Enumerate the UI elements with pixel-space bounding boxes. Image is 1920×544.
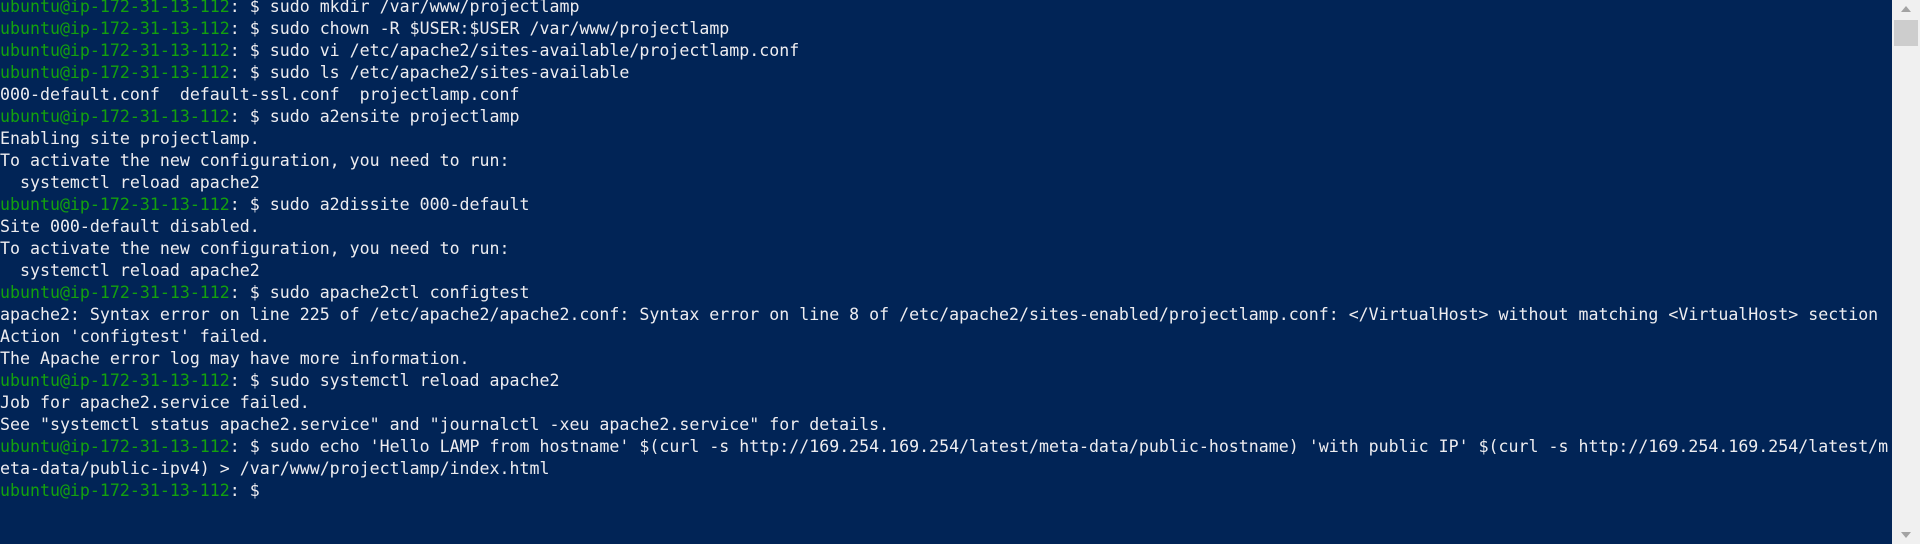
prompt-user-host: ubuntu@ip-172-31-13-112	[0, 195, 230, 214]
terminal-command-line: ubuntu@ip-172-31-13-112: $ sudo echo 'He…	[0, 436, 1892, 458]
output-text: Job for apache2.service failed.	[0, 393, 310, 412]
output-text: 000-default.conf default-ssl.conf projec…	[0, 85, 520, 104]
terminal-command-line: ubuntu@ip-172-31-13-112: $ sudo mkdir /v…	[0, 0, 1892, 18]
prompt-user-host: ubuntu@ip-172-31-13-112	[0, 0, 230, 16]
terminal-output-line: To activate the new configuration, you n…	[0, 238, 1892, 260]
command-text: : $ sudo echo 'Hello LAMP from hostname'…	[229, 437, 1889, 456]
scroll-thumb[interactable]	[1894, 20, 1918, 46]
output-text: systemctl reload apache2	[0, 173, 260, 192]
output-text: Action 'configtest' failed.	[0, 327, 270, 346]
command-text: : $ sudo a2ensite projectlamp	[229, 107, 520, 126]
terminal-command-line: ubuntu@ip-172-31-13-112: $ sudo vi /etc/…	[0, 40, 1892, 62]
output-text: See "systemctl status apache2.service" a…	[0, 415, 890, 434]
prompt-user-host: ubuntu@ip-172-31-13-112	[0, 41, 230, 60]
output-text: apache2: Syntax error on line 225 of /et…	[0, 305, 1879, 324]
command-text: : $	[229, 481, 270, 500]
command-text: : $ sudo apache2ctl configtest	[229, 283, 530, 302]
chevron-down-icon	[1901, 532, 1911, 538]
prompt-user-host: ubuntu@ip-172-31-13-112	[0, 481, 230, 500]
terminal-output-line: systemctl reload apache2	[0, 260, 1892, 282]
terminal-output-line: eta-data/public-ipv4) > /var/www/project…	[0, 458, 1892, 480]
vertical-scrollbar[interactable]	[1892, 0, 1920, 544]
prompt-user-host: ubuntu@ip-172-31-13-112	[0, 63, 230, 82]
command-text: : $ sudo a2dissite 000-default	[229, 195, 530, 214]
command-text: : $ sudo ls /etc/apache2/sites-available	[229, 63, 630, 82]
terminal-output-line: The Apache error log may have more infor…	[0, 348, 1892, 370]
terminal-output-line: 000-default.conf default-ssl.conf projec…	[0, 84, 1892, 106]
terminal-output-line: To activate the new configuration, you n…	[0, 150, 1892, 172]
terminal-command-line: ubuntu@ip-172-31-13-112: $ sudo a2ensite…	[0, 106, 1892, 128]
command-text: : $ sudo chown -R $USER:$USER /var/www/p…	[229, 19, 730, 38]
terminal-command-line: ubuntu@ip-172-31-13-112: $ sudo apache2c…	[0, 282, 1892, 304]
terminal-output-line: apache2: Syntax error on line 225 of /et…	[0, 304, 1892, 326]
prompt-user-host: ubuntu@ip-172-31-13-112	[0, 437, 230, 456]
terminal-command-line: ubuntu@ip-172-31-13-112: $ sudo ls /etc/…	[0, 62, 1892, 84]
terminal-output-line: Action 'configtest' failed.	[0, 326, 1892, 348]
terminal-output[interactable]: ubuntu@ip-172-31-13-112: $ sudo mkdir /v…	[0, 0, 1892, 540]
terminal-command-line: ubuntu@ip-172-31-13-112: $ sudo chown -R…	[0, 18, 1892, 40]
terminal-command-line: ubuntu@ip-172-31-13-112: $	[0, 480, 1892, 502]
command-text: : $ sudo vi /etc/apache2/sites-available…	[229, 41, 800, 60]
output-text: To activate the new configuration, you n…	[0, 151, 510, 170]
command-text: : $ sudo systemctl reload apache2	[229, 371, 560, 390]
chevron-up-icon	[1901, 6, 1911, 12]
terminal-output-line: Site 000-default disabled.	[0, 216, 1892, 238]
prompt-user-host: ubuntu@ip-172-31-13-112	[0, 371, 230, 390]
prompt-user-host: ubuntu@ip-172-31-13-112	[0, 283, 230, 302]
terminal-window: ubuntu@ip-172-31-13-112: $ sudo mkdir /v…	[0, 0, 1920, 544]
terminal-output-line: Job for apache2.service failed.	[0, 392, 1892, 414]
output-text: Enabling site projectlamp.	[0, 129, 260, 148]
output-text: systemctl reload apache2	[0, 261, 260, 280]
output-text: Site 000-default disabled.	[0, 217, 260, 236]
command-text: : $ sudo mkdir /var/www/projectlamp	[229, 0, 580, 16]
scroll-down-button[interactable]	[1892, 526, 1920, 544]
output-text: To activate the new configuration, you n…	[0, 239, 510, 258]
prompt-user-host: ubuntu@ip-172-31-13-112	[0, 19, 230, 38]
scroll-up-button[interactable]	[1892, 0, 1920, 18]
terminal-output-line: Enabling site projectlamp.	[0, 128, 1892, 150]
output-text: eta-data/public-ipv4) > /var/www/project…	[0, 459, 550, 478]
terminal-output-line: systemctl reload apache2	[0, 172, 1892, 194]
terminal-command-line: ubuntu@ip-172-31-13-112: $ sudo systemct…	[0, 370, 1892, 392]
output-text: The Apache error log may have more infor…	[0, 349, 470, 368]
prompt-user-host: ubuntu@ip-172-31-13-112	[0, 107, 230, 126]
terminal-output-line: See "systemctl status apache2.service" a…	[0, 414, 1892, 436]
terminal-command-line: ubuntu@ip-172-31-13-112: $ sudo a2dissit…	[0, 194, 1892, 216]
